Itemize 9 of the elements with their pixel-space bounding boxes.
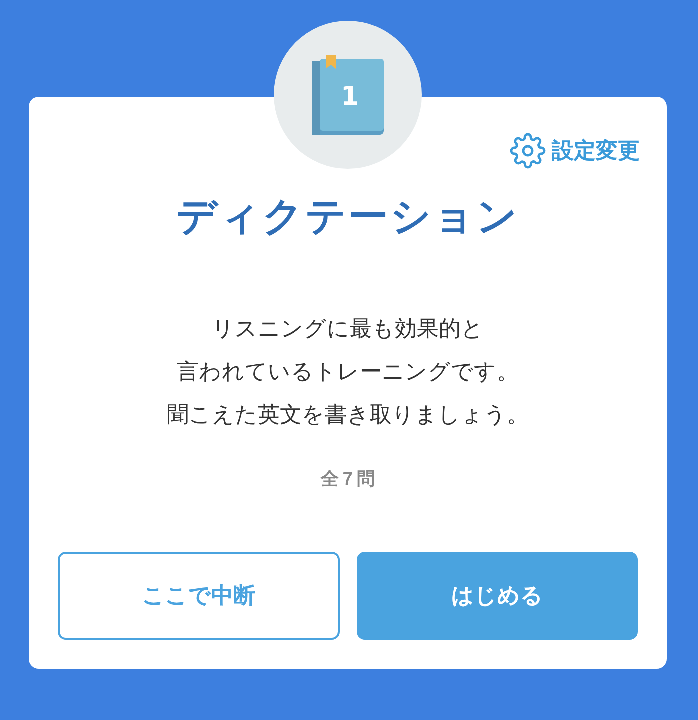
- description-text: リスニングに最も効果的と 言われているトレーニングです。 聞こえた英文を書き取りましょう。: [167, 316, 529, 430]
- settings-link[interactable]: 設定変更: [510, 133, 640, 169]
- pause-button[interactable]: ここで中断: [58, 552, 340, 640]
- settings-icon: [510, 133, 546, 169]
- book-icon: [312, 55, 384, 135]
- book-number: 1: [340, 82, 360, 112]
- question-count: 全７問: [321, 468, 375, 491]
- page-title: ディクテーション: [176, 193, 520, 242]
- start-button[interactable]: はじめる: [356, 552, 638, 640]
